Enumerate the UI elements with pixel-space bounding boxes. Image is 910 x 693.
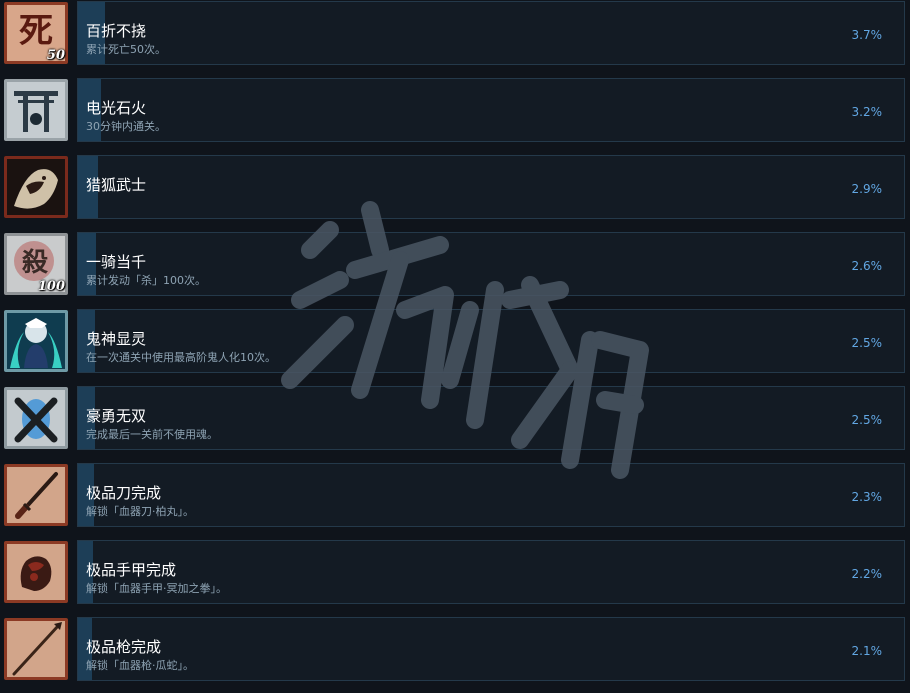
achievement-description: 30分钟内通关。 [86,120,166,133]
achievement-description: 在一次通关中使用最高阶鬼人化10次。 [86,351,276,364]
icon-glyph: 殺 [22,248,49,278]
achievement-description: 累计死亡50次。 [86,43,166,56]
achievement-panel: 极品枪完成 解锁「血器枪·瓜蛇」。 2.1% [77,617,905,681]
kill-kanji-icon: 殺 100 [4,233,68,295]
achievement-panel: 电光石火 30分钟内通关。 3.2% [77,78,905,142]
unlock-percent: 3.7% [851,28,883,42]
icon-badge: 50 [46,48,65,63]
unlock-percent: 2.9% [851,182,883,196]
achievement-title: 极品枪完成 [86,638,162,656]
achievement-panel: 极品刀完成 解锁「血器刀·柏丸」。 2.3% [77,463,905,527]
achievement-title: 极品刀完成 [86,484,162,502]
achievement-title: 鬼神显灵 [86,330,147,348]
achievement-row[interactable]: 死 50 百折不挠 累计死亡50次。 3.7% [0,0,910,77]
achievement-title: 电光石火 [86,99,147,117]
achievement-list: 死 50 百折不挠 累计死亡50次。 3.7% 电光石火 30分钟内通关。 3.… [0,0,910,681]
achievement-row[interactable]: 极品手甲完成 解锁「血器手甲·冥加之拳」。 2.2% [0,539,910,616]
achievement-row[interactable]: 极品刀完成 解锁「血器刀·柏丸」。 2.3% [0,462,910,539]
icon-badge: 100 [37,279,65,294]
demon-spirit-icon [4,310,68,372]
achievement-description: 完成最后一关前不使用魂。 [86,428,218,441]
icon-glyph: 死 [19,11,53,51]
achievement-panel: 一骑当千 累计发动「杀」100次。 2.6% [77,232,905,296]
achievement-description: 解锁「血器刀·柏丸」。 [86,505,194,518]
achievement-row[interactable]: 电光石火 30分钟内通关。 3.2% [0,77,910,154]
achievement-panel: 鬼神显灵 在一次通关中使用最高阶鬼人化10次。 2.5% [77,309,905,373]
achievement-title: 一骑当千 [86,253,147,271]
achievement-row[interactable]: 猎狐武士 2.9% [0,154,910,231]
crossed-spirit-icon [4,387,68,449]
achievement-panel: 极品手甲完成 解锁「血器手甲·冥加之拳」。 2.2% [77,540,905,604]
unlock-percent: 2.2% [851,567,883,581]
achievement-panel: 百折不挠 累计死亡50次。 3.7% [77,1,905,65]
achievement-row[interactable]: 豪勇无双 完成最后一关前不使用魂。 2.5% [0,385,910,462]
unlock-percent: 3.2% [851,105,883,119]
fox-samurai-icon [4,156,68,218]
achievement-description: 解锁「血器手甲·冥加之拳」。 [86,582,227,595]
achievement-title: 百折不挠 [86,22,147,40]
achievement-title: 猎狐武士 [86,176,147,194]
blade-sword-icon [4,464,68,526]
unlock-percent: 2.6% [851,259,883,273]
unlock-percent: 2.3% [851,490,883,504]
achievement-row[interactable]: 鬼神显灵 在一次通关中使用最高阶鬼人化10次。 2.5% [0,308,910,385]
achievement-row[interactable]: 极品枪完成 解锁「血器枪·瓜蛇」。 2.1% [0,616,910,693]
torii-gate-icon [4,79,68,141]
skull-kanji-death-icon: 死 50 [4,2,68,64]
achievement-title: 豪勇无双 [86,407,147,425]
unlock-percent: 2.5% [851,336,883,350]
achievement-description: 累计发动「杀」100次。 [86,274,206,287]
achievement-title: 极品手甲完成 [86,561,177,579]
gauntlet-icon [4,541,68,603]
achievement-row[interactable]: 殺 100 一骑当千 累计发动「杀」100次。 2.6% [0,231,910,308]
achievement-panel: 猎狐武士 2.9% [77,155,905,219]
spear-icon [4,618,68,680]
achievement-panel: 豪勇无双 完成最后一关前不使用魂。 2.5% [77,386,905,450]
achievement-description: 解锁「血器枪·瓜蛇」。 [86,659,194,672]
unlock-percent: 2.5% [851,413,883,427]
unlock-percent: 2.1% [851,644,883,658]
